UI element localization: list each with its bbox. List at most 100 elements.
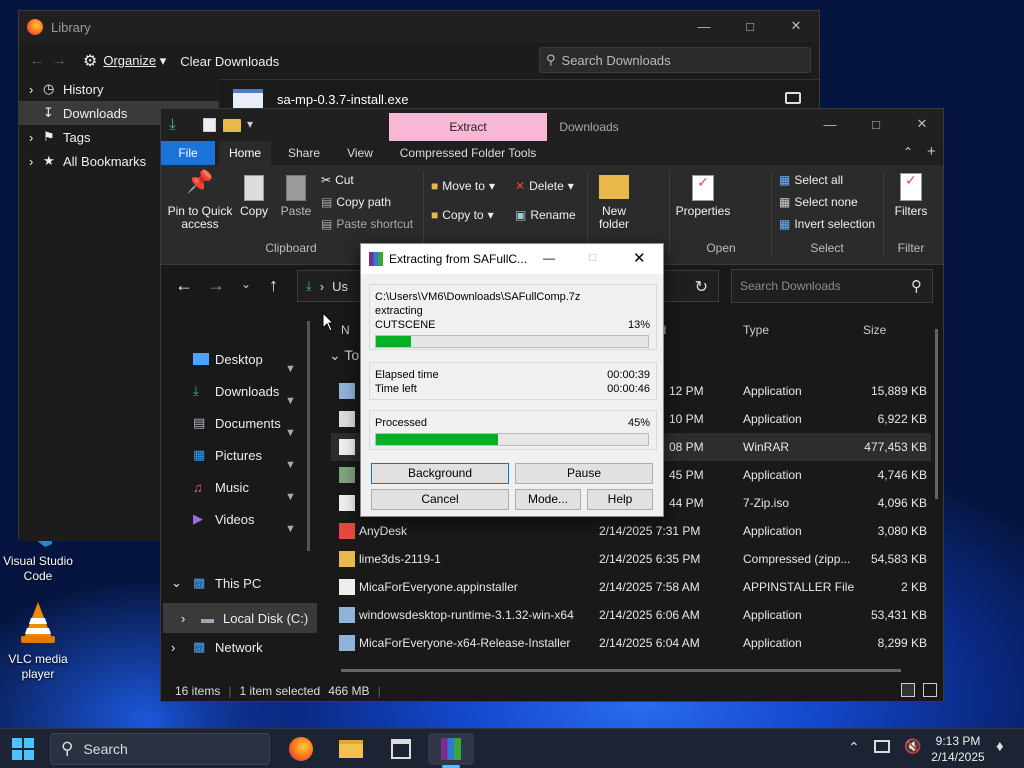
column-type[interactable]: Type [743,323,769,337]
vertical-scrollbar[interactable] [935,329,938,499]
back-arrow-icon[interactable]: ← [175,275,193,296]
download-icon: ↧ [43,105,54,120]
copy-button[interactable]: Copy [237,175,271,218]
refresh-icon[interactable]: ↻ [695,277,708,297]
forward-arrow-icon[interactable]: → [51,52,67,70]
nav-item-downloads[interactable]: ⤓ Downloads [193,379,279,403]
tab-extract[interactable]: Extract [389,113,547,141]
tab-share[interactable]: Share [277,141,331,165]
nav-item-music[interactable]: ♫ Music [193,475,249,499]
back-arrow-icon[interactable]: ← [29,52,45,70]
table-row[interactable]: MicaForEveryone.appinstaller 2/14/2025 7:… [331,573,931,601]
invert-selection-button[interactable]: ▦ Invert selection [779,217,875,231]
recent-dropdown-icon[interactable]: ⌄ [241,277,251,291]
paste-button[interactable]: Paste [279,175,313,218]
network-tray-icon[interactable] [874,740,890,753]
large-icons-view-icon[interactable] [923,683,937,697]
nav-item-pictures[interactable]: ▦ Pictures [193,443,262,467]
checkbox-icon[interactable] [203,118,216,132]
clock-icon: ◷ [43,81,55,96]
tab-file[interactable]: File [161,141,215,165]
pin-quick-access-button[interactable]: 📌 Pin to Quick access [167,171,233,231]
tab-home[interactable]: Home [219,141,271,165]
selection-size: 466 MB [328,684,370,698]
library-search-field[interactable]: ⚲ Search Downloads [539,47,811,73]
nav-item-videos[interactable]: ▶ Videos [193,507,255,531]
help-button[interactable]: Help [587,489,653,510]
file-icon [339,411,355,427]
firefox-taskbar-button[interactable] [282,733,320,765]
nav-scrollbar[interactable] [307,321,310,551]
tree-item-history[interactable]: › ◷ History [19,77,219,101]
properties-button[interactable]: ✓ Properties [673,175,733,218]
select-none-icon: ▦ [779,195,791,209]
taskbar-search-box[interactable]: ⚲ Search [50,733,270,765]
properties-icon: ✓ [692,175,714,201]
cut-button[interactable]: ✂ Cut [321,173,354,187]
copy-to-button[interactable]: ■ Copy to ▾ [431,208,494,222]
delete-button[interactable]: ✕ Delete ▾ [515,179,574,193]
organize-button[interactable]: Organize ▾ [103,53,166,69]
explorer-search-field[interactable]: Search Downloads ⚲ [731,269,933,303]
forward-arrow-icon[interactable]: → [207,275,225,296]
winrar-minimize-button[interactable]: — [543,251,555,265]
time-panel: Elapsed time 00:00:39 Time left 00:00:46 [369,362,657,400]
nav-item-desktop[interactable]: Desktop [193,347,263,371]
library-close-button[interactable]: ✕ [773,11,819,41]
column-size[interactable]: Size [863,323,886,337]
notification-bell-icon[interactable]: ♦ [996,738,1004,755]
mode-button[interactable]: Mode... [515,489,581,510]
qat-dropdown-icon[interactable]: ▾ [247,117,253,131]
winrar-icon [369,252,383,266]
select-all-button[interactable]: ▦ Select all [779,173,843,187]
explorer-close-button[interactable]: ✕ [899,109,945,139]
table-row[interactable]: lime3ds-2119-1 2/14/2025 6:35 PM Compresse… [331,545,931,573]
paste-shortcut-button[interactable]: ▤ Paste shortcut [321,217,413,231]
start-button[interactable] [4,733,42,765]
background-button[interactable]: Background [371,463,509,484]
volume-muted-icon[interactable]: 🔇 [904,738,921,755]
table-row[interactable]: AnyDesk 2/14/2025 7:31 PM Application 3,080… [331,517,931,545]
details-view-icon[interactable] [901,683,915,697]
clear-downloads-button[interactable]: Clear Downloads [180,54,279,69]
shortcut-icon: ▤ [321,217,333,231]
table-row[interactable]: windowsdesktop-runtime-3.1.32-win-x64 2/1… [331,601,931,629]
store-taskbar-button[interactable] [382,733,420,765]
explorer-minimize-button[interactable]: — [807,109,853,139]
new-folder-button[interactable]: New folder [593,175,635,231]
group-header-today[interactable]: ⌄ To [331,347,359,364]
select-none-button[interactable]: ▦ Select none [779,195,858,209]
library-maximize-button[interactable]: □ [727,11,773,41]
tab-compressed-folder-tools[interactable]: Compressed Folder Tools [393,141,543,165]
table-row[interactable]: MicaForEveryone-x64-Release-Installer 2/1… [331,629,931,657]
open-folder-icon[interactable] [785,92,801,104]
tab-view[interactable]: View [333,141,387,165]
vlc-desktop-icon[interactable]: VLC media player [2,600,74,682]
help-plus-icon[interactable]: + [927,143,936,160]
nav-item-this-pc[interactable]: ⌄ ▩ This PC [171,571,261,595]
filters-button[interactable]: ✓ Filters [889,173,933,218]
winrar-taskbar-button[interactable] [428,733,474,765]
file-icon [339,383,355,399]
library-minimize-button[interactable]: — [681,11,727,41]
move-to-button[interactable]: ■ Move to ▾ [431,179,495,193]
collapse-ribbon-icon[interactable]: ⌃ [903,145,913,159]
file-explorer-taskbar-button[interactable] [332,733,370,765]
column-name[interactable]: N [341,323,350,337]
breadcrumb-chevron-icon: › [319,278,325,294]
folder-icon[interactable] [223,119,241,132]
up-arrow-icon[interactable]: ↑ [269,275,278,296]
pause-button[interactable]: Pause [515,463,653,484]
nav-item-network[interactable]: › ▩ Network [171,635,263,659]
download-arrow-icon[interactable]: ⤓ [169,116,176,134]
winrar-close-button[interactable]: ✕ [633,249,646,267]
rename-button[interactable]: ▣ Rename [515,208,576,222]
horizontal-scrollbar[interactable] [341,669,901,672]
nav-item-documents[interactable]: ▤ Documents [193,411,281,435]
cancel-button[interactable]: Cancel [371,489,509,510]
copy-path-button[interactable]: ▤ Copy path [321,195,391,209]
explorer-maximize-button[interactable]: □ [853,109,899,139]
chevron-up-icon[interactable]: ⌃ [848,739,860,756]
nav-item-local-disk[interactable]: › ▬ Local Disk (C:) [163,603,317,633]
clock[interactable]: 9:13 PM 2/14/2025 [926,733,990,765]
